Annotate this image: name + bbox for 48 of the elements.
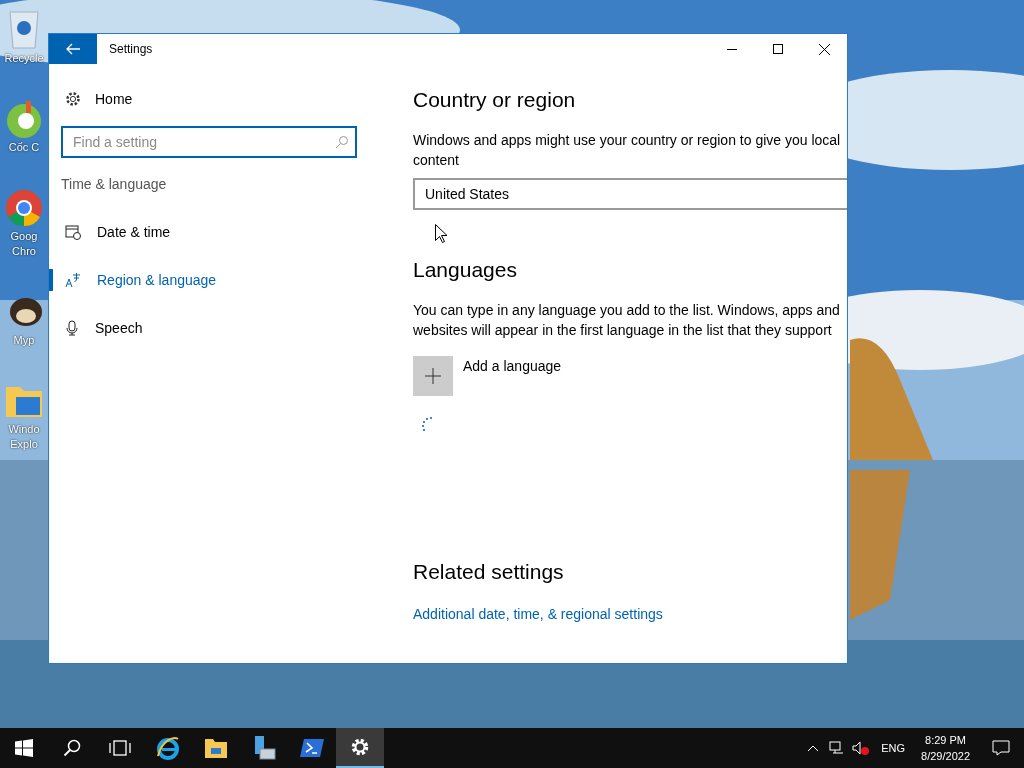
taskbar-button[interactable]	[336, 728, 384, 768]
clock[interactable]: 8:29 PM 8/29/2022	[913, 732, 978, 764]
section-heading: Country or region	[413, 88, 576, 112]
recycle-bin-icon	[6, 8, 42, 50]
country-dropdown[interactable]: United States	[413, 178, 847, 210]
task-view-icon	[109, 740, 131, 756]
notification-icon[interactable]	[992, 740, 1010, 756]
windows-logo-icon	[15, 739, 33, 757]
section-heading: Time & language	[60, 175, 168, 194]
window-title: Settings	[109, 42, 154, 56]
close-icon	[818, 43, 830, 55]
section-heading: Languages	[413, 258, 517, 282]
plus-icon	[425, 368, 441, 384]
nav-item[interactable]: Speech	[49, 304, 369, 352]
settings-icon	[65, 91, 81, 107]
gear-icon	[350, 737, 370, 757]
folder-icon	[204, 737, 228, 759]
search-icon	[335, 135, 349, 149]
language-icon	[65, 272, 81, 288]
terminal-icon	[300, 738, 324, 758]
back-button[interactable]	[49, 34, 97, 64]
add-language-button[interactable]: Add a language	[413, 356, 562, 396]
volume-muted-icon[interactable]	[852, 741, 871, 755]
regional-settings-link[interactable]: Additional date, time, & regional settings	[413, 606, 663, 622]
calendar-clock-icon	[65, 224, 81, 240]
loading-icon	[421, 416, 433, 432]
icon-label[interactable]: Goog	[10, 230, 38, 243]
chevron-up-icon[interactable]	[807, 744, 820, 752]
section-heading: Related settings	[413, 560, 564, 584]
nav-item[interactable]: Region & language	[49, 256, 369, 304]
icon-label[interactable]: Chro	[12, 245, 36, 258]
mouse-pointer-icon	[435, 224, 447, 243]
browser-icon	[4, 188, 44, 228]
nav-item[interactable]: Date & time	[49, 208, 369, 256]
home-nav-item[interactable]: Home	[49, 78, 369, 120]
server-icon	[252, 735, 276, 761]
icon-label[interactable]: Cốc C	[8, 141, 40, 154]
input-language[interactable]: ENG	[873, 742, 914, 754]
search-icon	[63, 739, 81, 757]
network-icon[interactable]	[829, 741, 846, 755]
microphone-icon	[65, 320, 79, 336]
browser-icon	[156, 736, 180, 760]
description-text: Windows and apps might use your country or region to give you local content	[413, 131, 842, 170]
description-text: You can type in any language you add to the list. Windows, apps and websites will appear in the first language in the list that they support	[413, 301, 841, 340]
maximize-icon	[773, 44, 783, 54]
back-arrow-icon	[66, 43, 80, 55]
search-field[interactable]: Find a setting	[61, 126, 357, 158]
app-icon	[4, 99, 44, 139]
